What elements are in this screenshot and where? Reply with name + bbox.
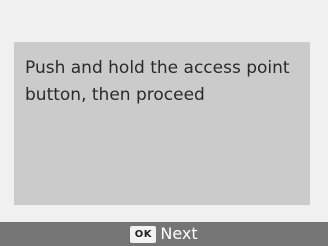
camera-screen: Push and hold the access point button, t… xyxy=(0,0,328,246)
message-panel: Push and hold the access point button, t… xyxy=(14,42,310,205)
next-button[interactable]: OK Next xyxy=(130,224,198,244)
instruction-message: Push and hold the access point button, t… xyxy=(25,58,290,105)
ok-key-icon: OK xyxy=(130,225,157,243)
next-label: Next xyxy=(160,224,198,243)
footer-bar: OK Next xyxy=(0,222,328,246)
